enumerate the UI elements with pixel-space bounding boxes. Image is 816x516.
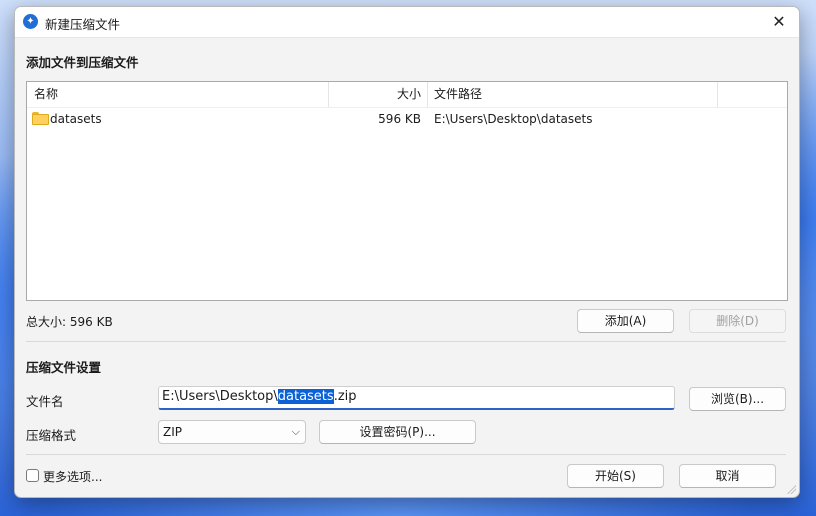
format-label: 压缩格式: [26, 428, 77, 443]
column-separator[interactable]: [427, 82, 428, 107]
title-bar[interactable]: ✦ 新建压缩文件 ✕: [15, 7, 799, 38]
more-options-checkbox[interactable]: [26, 469, 39, 482]
filename-prefix: E:\Users\Desktop\: [162, 389, 278, 404]
section-divider: [26, 341, 786, 342]
close-button[interactable]: ✕: [759, 7, 799, 37]
column-separator[interactable]: [717, 82, 718, 107]
chevron-down-icon: ⌵: [291, 425, 300, 438]
resize-grip[interactable]: [786, 484, 796, 494]
add-files-heading: 添加文件到压缩文件: [26, 55, 139, 70]
column-header-path[interactable]: 文件路径: [434, 82, 482, 107]
column-header-size[interactable]: 大小: [329, 82, 421, 107]
footer-divider: [26, 454, 786, 455]
set-password-button[interactable]: 设置密码(P)...: [319, 420, 476, 444]
row-name: datasets: [50, 112, 102, 126]
row-size: 596 KB: [378, 112, 421, 126]
filename-label: 文件名: [26, 394, 64, 409]
archive-settings-heading: 压缩文件设置: [26, 360, 102, 375]
window-title: 新建压缩文件: [45, 17, 121, 32]
format-value: ZIP: [163, 425, 182, 439]
browse-button[interactable]: 浏览(B)...: [689, 387, 786, 411]
start-button[interactable]: 开始(S): [567, 464, 664, 488]
total-size-label: 总大小: 596 KB: [26, 315, 113, 329]
more-options-label[interactable]: 更多选项...: [43, 468, 102, 485]
filename-input[interactable]: E:\Users\Desktop\datasets.zip: [158, 386, 675, 410]
file-list-header: 名称 大小 文件路径: [27, 82, 787, 108]
add-button[interactable]: 添加(A): [577, 309, 674, 333]
cancel-button[interactable]: 取消: [679, 464, 776, 488]
app-logo-icon: ✦: [23, 14, 38, 29]
file-list[interactable]: 名称 大小 文件路径 datasets 596 KB E:\Users\Desk…: [26, 81, 788, 301]
filename-suffix: .zip: [333, 389, 357, 404]
new-archive-dialog: ✦ 新建压缩文件 ✕ 添加文件到压缩文件 名称 大小 文件路径 datasets…: [14, 6, 800, 498]
column-header-name[interactable]: 名称: [34, 82, 58, 107]
table-row[interactable]: datasets 596 KB E:\Users\Desktop\dataset…: [27, 108, 787, 130]
delete-button[interactable]: 删除(D): [689, 309, 786, 333]
format-select[interactable]: ZIP ⌵: [158, 420, 306, 444]
row-path: E:\Users\Desktop\datasets: [434, 112, 593, 126]
folder-icon: [32, 112, 49, 125]
filename-selection: datasets: [277, 389, 334, 404]
